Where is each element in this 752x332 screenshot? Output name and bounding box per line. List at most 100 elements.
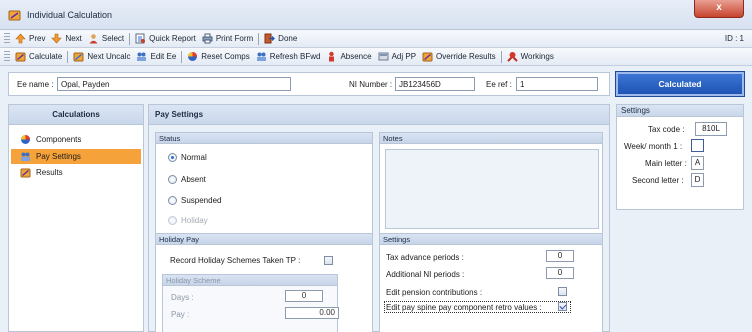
week-month-1-checkbox[interactable] [691,139,704,152]
arrow-up-icon [15,33,26,44]
settings-group-title: Settings [380,234,602,245]
calculate-button[interactable]: Calculate [12,49,65,65]
toolbar-separator [258,32,260,45]
edit-pay-spine-retro-label: Edit pay spine pay component retro value… [386,303,542,312]
second-letter-label: Second letter : [632,176,684,185]
calculate-icon [15,52,26,62]
toolbar-actions: Calculate Next Uncalc Edit Ee Reset Comp… [0,48,752,66]
quick-report-icon [135,33,146,44]
toolbar-grip[interactable] [4,32,10,45]
notes-group-title: Notes [380,133,602,144]
next-label: Next [65,34,82,43]
adj-pp-label: Adj PP [391,52,417,61]
next-uncalc-icon [73,52,84,62]
done-icon [264,33,276,44]
calculate-label: Calculate [29,52,63,61]
employee-id-label: ID : 1 [724,34,744,43]
status-radio-absent[interactable]: Absent [168,175,206,184]
results-icon [20,168,31,178]
settings-summary-panel: Settings Tax code : 810L Week/ month 1 :… [616,104,744,210]
nav-item-components[interactable]: Components [11,132,141,147]
notes-textarea[interactable] [385,149,599,229]
print-form-icon [202,33,213,44]
title-bar: Individual Calculation x [0,0,752,30]
close-button[interactable]: x [694,0,744,18]
override-results-label: Override Results [436,52,496,61]
settings-group: Settings Tax advance periods : 0 Additio… [379,233,603,332]
edit-ee-label: Edit Ee [150,52,177,61]
holiday-pay-group: Holiday Pay Record Holiday Schemes Taken… [155,233,373,332]
nav-label-pay-settings: Pay Settings [36,152,81,161]
second-letter-field[interactable]: D [691,173,704,187]
tax-advance-periods-field[interactable]: 0 [546,250,574,262]
status-radio-holiday: Holiday [168,216,208,225]
toolbar-separator [67,50,69,63]
holiday-pay-title: Holiday Pay [156,234,372,245]
ni-number-label: NI Number : [349,80,393,89]
ee-name-field[interactable]: Opal, Payden [57,77,291,91]
done-label: Done [278,34,298,43]
tax-advance-periods-label: Tax advance periods : [386,253,464,262]
workings-label: Workings [520,52,554,61]
absence-label: Absence [340,52,372,61]
select-label: Select [101,34,125,43]
done-button[interactable]: Done [261,31,300,47]
next-uncalc-button[interactable]: Next Uncalc [70,49,133,65]
calculated-status-button[interactable]: Calculated [616,72,744,96]
nav-item-pay-settings[interactable]: Pay Settings [11,149,141,164]
edit-ee-button[interactable]: Edit Ee [133,49,179,65]
override-results-button[interactable]: Override Results [419,49,499,65]
status-suspended-label: Suspended [181,196,222,205]
status-radio-normal[interactable]: Normal [168,153,207,162]
absence-button[interactable]: Absence [323,49,374,65]
holiday-scheme-title: Holiday Scheme [163,275,337,286]
edit-pension-contributions-checkbox[interactable] [558,287,567,296]
toolbar-navigation: Prev Next Select Quick Report Print Form… [0,30,752,48]
days-label: Days : [171,293,194,302]
reset-comps-icon [188,52,198,61]
status-radio-suspended[interactable]: Suspended [168,196,221,205]
edit-pay-spine-retro-checkbox[interactable] [558,302,567,311]
ni-number-field[interactable]: JB123456D [395,77,475,91]
next-button[interactable]: Next [48,31,84,47]
nav-label-results: Results [36,168,63,177]
additional-ni-periods-field[interactable]: 0 [546,267,574,279]
components-icon [21,135,30,144]
pay-settings-panel: Pay Settings Status Normal Absent Suspen… [148,104,610,332]
ee-ref-field[interactable]: 1 [516,77,598,91]
print-form-button[interactable]: Print Form [199,31,256,47]
tax-code-field[interactable]: 810L [695,122,727,136]
next-uncalc-label: Next Uncalc [87,52,131,61]
quick-report-label: Quick Report [149,34,196,43]
calculations-panel: Calculations Components Pay Settings Res… [8,104,144,332]
toolbar-separator [129,32,131,45]
select-button[interactable]: Select [85,31,127,47]
workings-button[interactable]: Workings [504,49,557,65]
week-month-1-label: Week/ month 1 : [624,142,683,151]
adj-pp-button[interactable]: Adj PP [375,49,419,65]
pay-label: Pay : [171,310,190,319]
main-letter-label: Main letter : [645,159,687,168]
settings-summary-title: Settings [617,105,743,117]
nav-item-results[interactable]: Results [11,165,141,180]
ee-name-label: Ee name : [17,80,54,89]
reset-comps-button[interactable]: Reset Comps [184,49,252,65]
prev-button[interactable]: Prev [12,31,48,47]
status-group-title: Status [156,133,372,144]
status-absent-label: Absent [181,175,206,184]
select-person-icon [89,34,98,44]
absence-icon [329,51,335,62]
edit-pension-contributions-label: Edit pension contributions : [386,288,483,297]
quick-report-button[interactable]: Quick Report [132,31,199,47]
workings-icon [506,52,518,62]
toolbar-separator [500,50,502,63]
additional-ni-periods-label: Additional NI periods : [386,270,465,279]
tax-code-label: Tax code : [648,125,685,134]
status-normal-label: Normal [181,153,207,162]
toolbar-grip[interactable] [4,50,10,63]
main-letter-field[interactable]: A [691,156,704,170]
record-holiday-schemes-checkbox[interactable] [324,256,333,265]
refresh-bfwd-icon [256,52,266,61]
refresh-bfwd-button[interactable]: Refresh BFwd [253,49,324,65]
nav-label-components: Components [36,135,82,144]
